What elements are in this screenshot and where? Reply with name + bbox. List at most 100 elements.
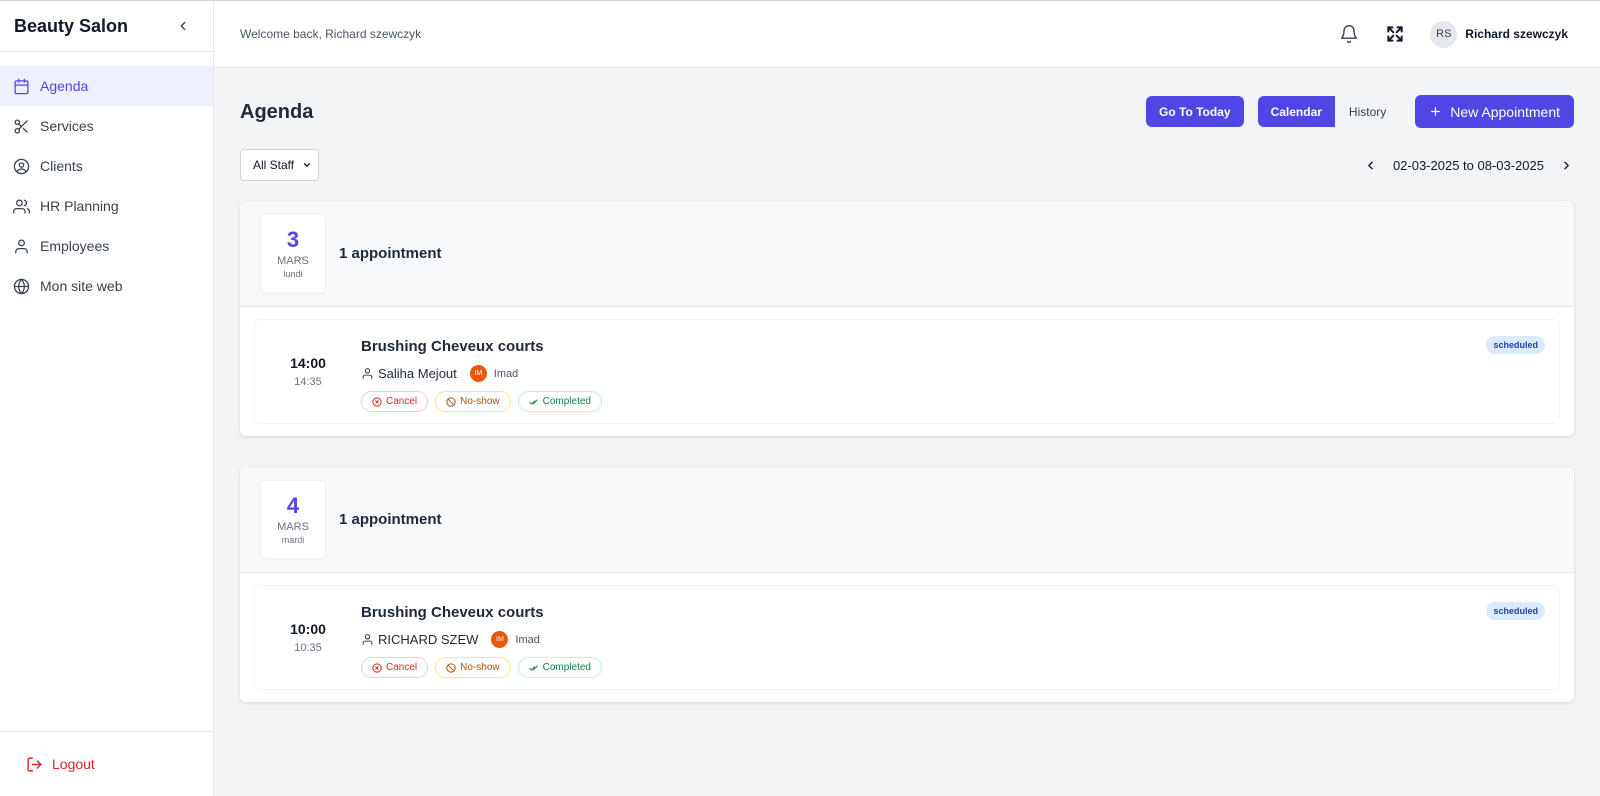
user-name: Richard szewczyk <box>1465 27 1568 41</box>
date-weekday: lundi <box>283 268 303 279</box>
no-show-button[interactable]: No-show <box>435 657 511 678</box>
bell-icon <box>1341 25 1358 44</box>
agenda-toolbar: Go To Today Calendar History New Appoint… <box>1146 95 1574 128</box>
cancel-label: Cancel <box>386 396 418 407</box>
status-badge: scheduled <box>1486 602 1545 620</box>
appointment-details: Brushing Cheveux courts Saliha Mejout IM… <box>361 320 602 423</box>
appointment-actions: Cancel No-show Completed <box>361 391 602 412</box>
date-badge: 3 MARS lundi <box>260 214 326 293</box>
users-icon <box>13 198 30 214</box>
x-circle-icon <box>372 396 382 407</box>
sidebar-item-agenda[interactable]: Agenda <box>0 66 213 106</box>
logout-icon <box>27 756 42 772</box>
check-double-icon <box>528 664 538 671</box>
appointment-people: Saliha Mejout IM Imad <box>361 365 602 382</box>
appointment-people: RICHARD SZEW IM Imad <box>361 631 602 648</box>
date-month: MARS <box>277 254 309 267</box>
scissors-icon <box>14 118 28 134</box>
logout-button[interactable]: Logout <box>26 756 95 773</box>
client-name: RICHARD SZEW <box>378 632 479 647</box>
new-appointment-button[interactable]: New Appointment <box>1415 95 1574 128</box>
appointment-item[interactable]: 14:00 14:35 Brushing Cheveux courts Sali… <box>254 319 1560 424</box>
view-toggle: Calendar History <box>1257 96 1401 127</box>
page-title: Agenda <box>240 101 314 123</box>
sidebar-item-label: Agenda <box>40 78 89 94</box>
collapse-sidebar-button[interactable] <box>173 16 193 36</box>
date-month: MARS <box>277 520 309 533</box>
staff-filter-value: All Staff <box>253 158 295 172</box>
no-show-label: No-show <box>460 396 500 407</box>
avatar: RS <box>1430 20 1458 48</box>
sidebar-item-label: HR Planning <box>40 198 119 214</box>
ban-icon <box>446 662 456 673</box>
day-header: 4 MARS mardi 1 appointment <box>240 467 1574 573</box>
completed-label: Completed <box>542 662 591 673</box>
appointment-time: 14:00 14:35 <box>255 320 361 423</box>
globe-icon <box>13 278 30 294</box>
completed-button[interactable]: Completed <box>517 391 602 412</box>
staff-avatar: IM <box>491 631 509 648</box>
date-day: 3 <box>286 227 300 253</box>
appointment-count: 1 appointment <box>339 511 442 528</box>
notifications-button[interactable] <box>1338 23 1360 45</box>
sidebar-item-label: Clients <box>40 158 83 174</box>
cancel-button[interactable]: Cancel <box>361 391 429 412</box>
staff-avatar: IM <box>469 365 487 382</box>
sidebar-item-services[interactable]: Services <box>0 106 213 146</box>
tab-calendar[interactable]: Calendar <box>1257 96 1335 127</box>
user-icon <box>15 238 28 254</box>
date-range-label: 02-03-2025 to 08-03-2025 <box>1392 157 1544 173</box>
sidebar-item-clients[interactable]: Clients <box>0 146 213 186</box>
date-range-navigator: 02-03-2025 to 08-03-2025 <box>1363 150 1574 180</box>
fullscreen-button[interactable] <box>1384 23 1406 45</box>
cancel-button[interactable]: Cancel <box>361 657 429 678</box>
sidebar-item-website[interactable]: Mon site web <box>0 266 213 306</box>
user-icon <box>362 368 373 379</box>
start-time: 14:00 <box>290 355 326 371</box>
staff-name: Imad <box>493 367 519 380</box>
sidebar-footer: Logout <box>0 731 213 796</box>
appointment-count: 1 appointment <box>339 245 442 262</box>
appointment-actions: Cancel No-show Completed <box>361 657 602 678</box>
chevron-left-icon <box>1368 161 1374 169</box>
top-header: Welcome back, Richard szewczyk RS Richar… <box>214 0 1600 68</box>
sidebar-item-employees[interactable]: Employees <box>0 226 213 266</box>
staff-filter-select[interactable]: All Staff <box>240 149 319 181</box>
sidebar-nav: Agenda Services Clients HR Planning Empl… <box>0 52 213 306</box>
x-circle-icon <box>372 662 382 673</box>
ban-icon <box>446 396 456 407</box>
appointment-item[interactable]: 10:00 10:35 Brushing Cheveux courts RICH… <box>254 585 1560 690</box>
user-menu[interactable]: RS Richard szewczyk <box>1430 20 1568 48</box>
no-show-button[interactable]: No-show <box>435 391 511 412</box>
staff-name: Imad <box>515 633 540 646</box>
go-to-today-button[interactable]: Go To Today <box>1146 96 1244 127</box>
client-name: Saliha Mejout <box>378 366 457 381</box>
end-time: 14:35 <box>294 376 322 388</box>
start-time: 10:00 <box>290 621 326 637</box>
end-time: 10:35 <box>294 642 322 654</box>
service-name: Brushing Cheveux courts <box>361 338 544 355</box>
sidebar-item-hr-planning[interactable]: HR Planning <box>0 186 213 226</box>
completed-label: Completed <box>542 396 591 407</box>
previous-week-button[interactable] <box>1363 157 1379 173</box>
date-weekday: mardi <box>281 534 305 545</box>
check-double-icon <box>528 398 538 405</box>
cancel-label: Cancel <box>386 662 418 673</box>
header-actions: RS Richard szewczyk <box>1338 20 1568 48</box>
appointment-time: 10:00 10:35 <box>255 586 361 689</box>
tab-history[interactable]: History <box>1335 96 1400 127</box>
day-card: 3 MARS lundi 1 appointment 14:00 14:35 B… <box>240 201 1574 436</box>
day-card: 4 MARS mardi 1 appointment 10:00 10:35 B… <box>240 467 1574 702</box>
plus-icon <box>1431 107 1441 116</box>
date-badge: 4 MARS mardi <box>260 480 326 559</box>
chevron-down-icon <box>303 163 311 167</box>
sidebar-item-label: Employees <box>40 238 110 254</box>
new-appointment-label: New Appointment <box>1450 103 1560 120</box>
sidebar: Beauty Salon Agenda Services Clients HR … <box>0 0 214 796</box>
chevron-right-icon <box>1563 161 1569 169</box>
completed-button[interactable]: Completed <box>517 657 602 678</box>
expand-icon <box>1387 26 1403 42</box>
next-week-button[interactable] <box>1558 157 1574 173</box>
main-content: Agenda Go To Today Calendar History New … <box>214 68 1600 796</box>
service-name: Brushing Cheveux courts <box>361 604 544 621</box>
